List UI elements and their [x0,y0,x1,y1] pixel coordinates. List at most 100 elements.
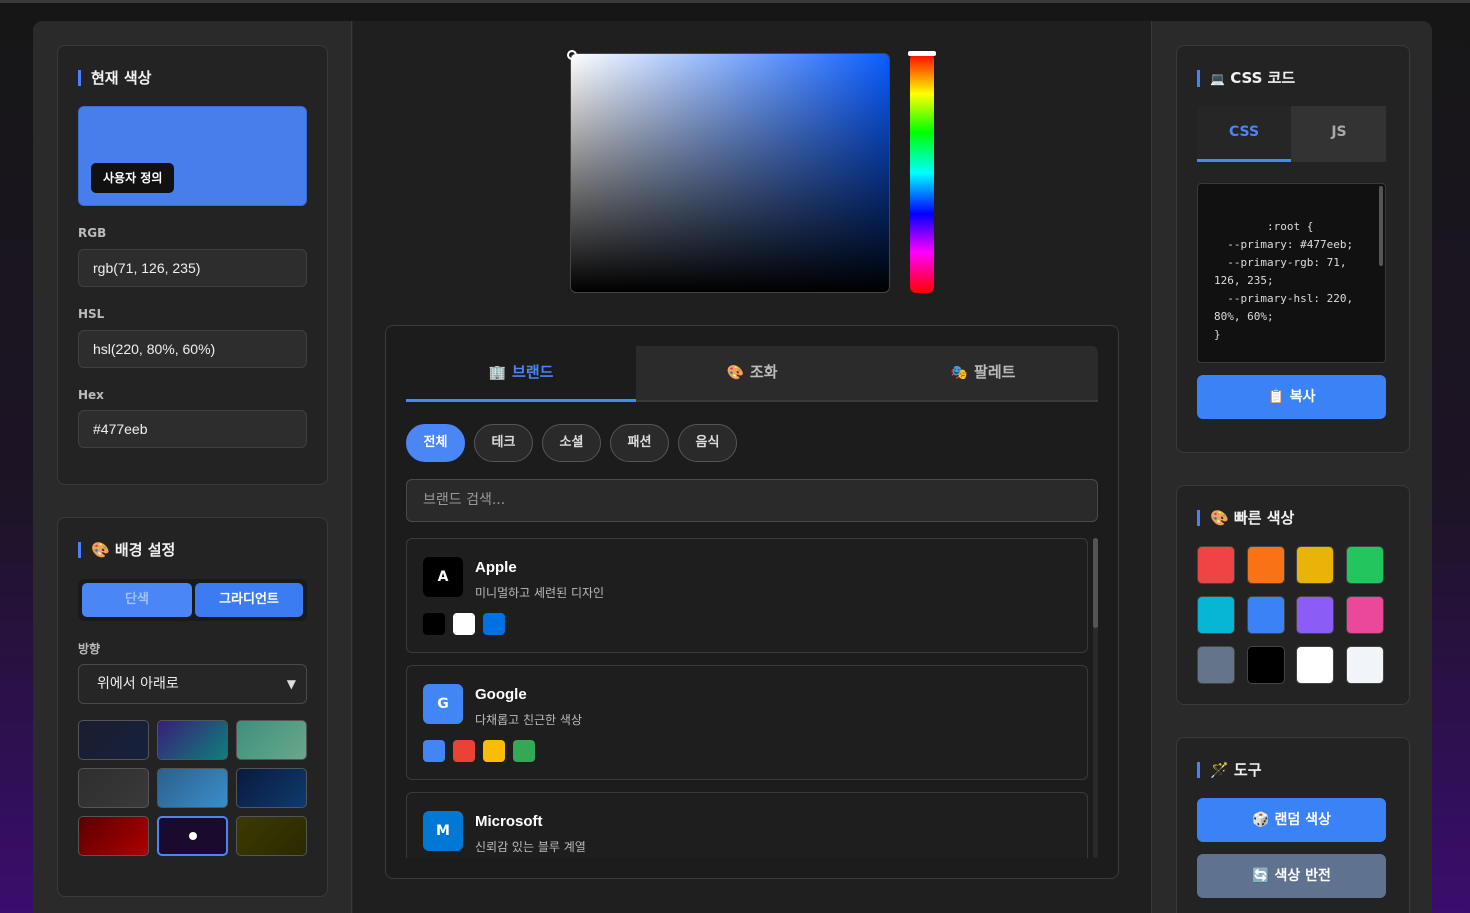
chip-all[interactable]: 전체 [406,424,465,462]
hex-field[interactable]: #477eeb [78,410,307,448]
gradient-preset-swatch[interactable] [157,720,228,760]
css-code-label: CSS 코드 [1230,69,1296,87]
hue-slider[interactable] [908,51,936,293]
brand-card[interactable]: A Apple 미니멀하고 세련된 디자인 [406,538,1088,653]
rgb-label: RGB [78,226,107,240]
laptop-icon: 💻 [1210,72,1225,86]
quick-colors-title: 🎨 빠른 색상 [1197,510,1294,526]
brand-description: 신뢰감 있는 블루 계열 [475,840,586,854]
direction-label: 방향 [78,642,101,656]
brand-color-swatch[interactable] [453,740,475,762]
quick-color-swatch[interactable] [1296,596,1334,634]
gradient-preset-swatch[interactable] [236,816,307,856]
color-name-badge: 사용자 정의 [91,163,175,193]
quick-color-swatch[interactable] [1197,646,1235,684]
brand-color-swatch[interactable] [483,740,505,762]
tools-title: 🪄 도구 [1197,762,1262,778]
wand-icon: 🪄 [1210,761,1229,779]
hue-slider-handle[interactable] [908,51,936,56]
brand-panel: 🏢 브랜드 🎨 조화 🎭 팔레트 전체 테크 소셜 패션 음식 브랜드 검색... M… [385,325,1119,879]
color-preview: 사용자 정의 [78,106,307,206]
panel-tabs: 🏢 브랜드 🎨 조화 🎭 팔레트 [406,346,1098,402]
random-color-button[interactable]: 🎲 랜덤 색상 [1197,798,1386,842]
chip-fashion[interactable]: 패션 [610,424,669,462]
invert-color-button[interactable]: 🔄 색상 반전 [1197,854,1386,898]
gradient-preset-swatch[interactable] [236,720,307,760]
quick-color-swatch[interactable] [1197,596,1235,634]
brand-card[interactable]: G Google 다채롭고 친근한 색상 [406,665,1088,780]
quick-colors-label: 빠른 색상 [1233,509,1295,527]
quick-color-swatch[interactable] [1246,646,1285,684]
brand-list: M Microsoft 신뢰감 있는 블루 계열 G Google 다채롭고 친근한 색상… [406,538,1098,858]
brand-name: Google [475,686,527,703]
brand-color-swatch[interactable] [513,740,535,762]
direction-select[interactable]: 위에서 아래로 ▼ [78,664,307,704]
tab-css[interactable]: CSS [1197,106,1291,162]
copy-button[interactable]: 📋 복사 [1197,375,1386,419]
scrollbar-thumb[interactable] [1093,538,1098,628]
quick-color-swatch[interactable] [1345,596,1384,634]
tab-brand-label: 브랜드 [512,363,554,381]
dice-icon: 🎲 [1252,812,1270,828]
brand-logo: A [423,557,463,597]
brand-name: Apple [475,559,517,576]
gradient-preset-swatch[interactable] [78,816,149,856]
brand-card[interactable]: M Microsoft 신뢰감 있는 블루 계열 [406,792,1088,858]
brand-name: Microsoft [475,813,543,830]
left-sidebar: 현재 색상 사용자 정의 RGB rgb(71, 126, 235) HSL h… [33,21,352,913]
tab-harmony[interactable]: 🎨 조화 [637,346,867,402]
gradient-preset-swatch[interactable] [157,768,228,808]
brand-color-swatch[interactable] [483,613,505,635]
clipboard-icon: 📋 [1267,389,1285,405]
gradient-mode-button[interactable]: 그라디언트 [195,583,303,617]
gradient-preset-swatch[interactable] [236,768,307,808]
random-color-label: 랜덤 색상 [1274,812,1331,828]
brand-search-input[interactable]: 브랜드 검색... [406,479,1098,522]
brand-logo: G [423,684,463,724]
tab-palette[interactable]: 🎭 팔레트 [868,346,1098,402]
quick-color-swatch[interactable] [1246,596,1285,634]
right-sidebar: 💻 CSS 코드 CSS JS :root { --primary: #477e… [1151,21,1432,913]
brand-list-scrollbar[interactable] [1093,538,1098,858]
current-color-title: 현재 색상 [78,70,151,86]
gradient-preset-swatch[interactable] [78,720,149,760]
sv-picker-handle[interactable] [567,50,577,60]
quick-color-swatch[interactable] [1296,646,1334,684]
chip-tech[interactable]: 테크 [474,424,533,462]
brand-logo: M [423,811,463,851]
chevron-down-icon: ▼ [286,677,296,691]
quick-color-grid [1197,546,1387,686]
quick-color-swatch[interactable] [1345,546,1384,584]
chip-social[interactable]: 소셜 [542,424,601,462]
rgb-field[interactable]: rgb(71, 126, 235) [78,249,307,287]
tools-label: 도구 [1233,761,1262,779]
hex-label: Hex [78,388,104,402]
quick-color-swatch[interactable] [1197,546,1235,584]
gradient-preset-swatch[interactable] [78,768,149,808]
gradient-preset-swatch[interactable] [157,816,228,856]
saturation-value-picker[interactable] [567,50,890,293]
tab-js[interactable]: JS [1292,106,1386,162]
hsl-label: HSL [78,307,105,321]
main-area: 🏢 브랜드 🎨 조화 🎭 팔레트 전체 테크 소셜 패션 음식 브랜드 검색... M… [353,21,1151,913]
quick-color-swatch[interactable] [1246,546,1285,584]
background-mode-toggle: 단색 그라디언트 [78,579,307,621]
brand-color-swatch[interactable] [453,613,475,635]
solid-mode-button[interactable]: 단색 [82,583,192,617]
brand-color-swatch[interactable] [423,613,445,635]
css-code-card: 💻 CSS 코드 CSS JS :root { --primary: #477e… [1176,45,1410,453]
brand-color-swatch[interactable] [423,740,445,762]
brand-description: 미니멀하고 세련된 디자인 [475,586,605,600]
hsl-field[interactable]: hsl(220, 80%, 60%) [78,330,307,368]
quick-color-swatch[interactable] [1296,546,1334,584]
theater-masks-icon: 🎭 [950,365,969,381]
tab-brand[interactable]: 🏢 브랜드 [406,346,636,402]
background-settings-title: 🎨 배경 설정 [78,542,175,558]
code-scrollbar[interactable] [1379,186,1383,266]
chip-food[interactable]: 음식 [678,424,737,462]
code-tabs: CSS JS [1197,106,1386,162]
refresh-icon: 🔄 [1252,868,1270,884]
background-settings-label: 배경 설정 [114,541,176,559]
css-code-title: 💻 CSS 코드 [1197,70,1295,87]
quick-color-swatch[interactable] [1345,646,1384,684]
